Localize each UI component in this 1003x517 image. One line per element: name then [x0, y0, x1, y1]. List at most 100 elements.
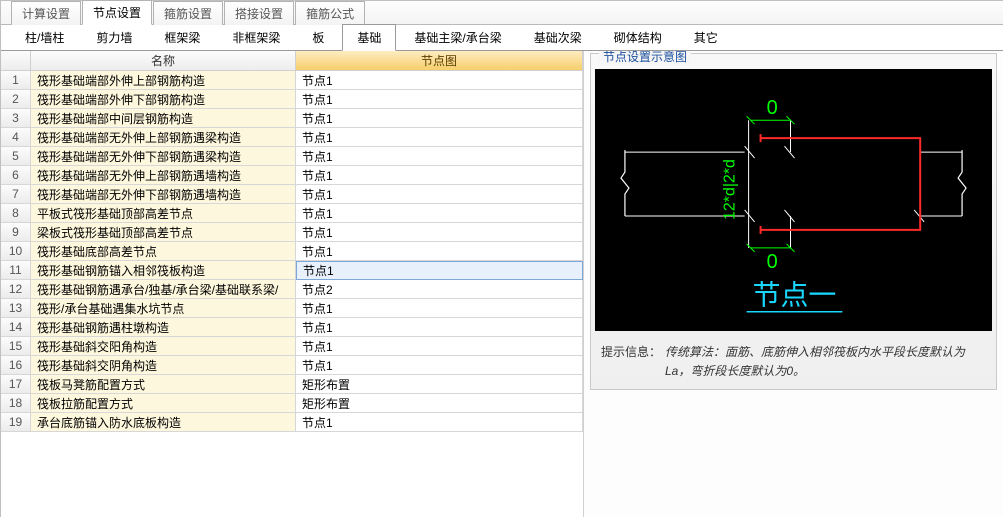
sub-tab-7[interactable]: 基础次梁	[520, 25, 596, 50]
table-row[interactable]: 5筏形基础端部无外伸下部钢筋遇梁构造节点1	[1, 147, 583, 166]
sub-tab-0[interactable]: 柱/墙柱	[11, 25, 78, 50]
row-value[interactable]: 节点1	[296, 109, 583, 128]
row-number: 16	[1, 356, 31, 375]
table-row[interactable]: 18筏板拉筋配置方式矩形布置	[1, 394, 583, 413]
row-name: 筏形基础钢筋遇柱墩构造	[31, 318, 296, 337]
sub-tab-8[interactable]: 砌体结构	[600, 25, 676, 50]
col-header-name: 名称	[31, 51, 296, 71]
sub-tab-9[interactable]: 其它	[680, 25, 732, 50]
row-number: 15	[1, 337, 31, 356]
row-value[interactable]: 节点1	[296, 318, 583, 337]
hint-label: 提示信息：	[601, 343, 665, 381]
top-tab-0[interactable]: 计算设置	[11, 1, 81, 25]
preview-title: 节点设置示意图	[599, 51, 691, 65]
row-number: 4	[1, 128, 31, 147]
annot-top: 0	[767, 97, 778, 119]
table-row[interactable]: 19承台底筋锚入防水底板构造节点1	[1, 413, 583, 432]
row-value[interactable]: 节点1	[296, 185, 583, 204]
row-name: 筏形/承台基础遇集水坑节点	[31, 299, 296, 318]
row-number: 18	[1, 394, 31, 413]
row-value[interactable]: 节点1	[296, 356, 583, 375]
row-name: 筏形基础钢筋锚入相邻筏板构造	[31, 261, 296, 280]
top-tab-3[interactable]: 搭接设置	[224, 1, 294, 25]
row-value[interactable]: 节点1	[296, 147, 583, 166]
row-number: 7	[1, 185, 31, 204]
table-row[interactable]: 15筏形基础斜交阳角构造节点1	[1, 337, 583, 356]
sub-tab-4[interactable]: 板	[298, 25, 338, 50]
row-number: 14	[1, 318, 31, 337]
row-number: 6	[1, 166, 31, 185]
row-number: 2	[1, 90, 31, 109]
row-name: 筏形基础端部中间层钢筋构造	[31, 109, 296, 128]
row-number: 10	[1, 242, 31, 261]
top-tab-bar: 计算设置节点设置箍筋设置搭接设置箍筋公式	[1, 1, 1003, 25]
row-value[interactable]: 节点1	[296, 204, 583, 223]
row-number: 13	[1, 299, 31, 318]
top-tab-2[interactable]: 箍筋设置	[153, 1, 223, 25]
row-value[interactable]: 节点1	[296, 71, 583, 90]
hint-row: 提示信息： 传统算法：面筋、底筋伸入相邻筏板内水平段长度默认为La，弯折段长度默…	[595, 341, 992, 383]
top-tab-1[interactable]: 节点设置	[82, 0, 152, 25]
row-value[interactable]: 节点1	[296, 337, 583, 356]
annot-left: 12*d|2*d	[722, 159, 739, 220]
row-value[interactable]: 节点1	[296, 299, 583, 318]
settings-table: 名称 节点图 1筏形基础端部外伸上部钢筋构造节点12筏形基础端部外伸下部钢筋构造…	[1, 51, 584, 517]
row-number: 17	[1, 375, 31, 394]
table-row[interactable]: 4筏形基础端部无外伸上部钢筋遇梁构造节点1	[1, 128, 583, 147]
table-row[interactable]: 7筏形基础端部无外伸下部钢筋遇墙构造节点1	[1, 185, 583, 204]
row-value[interactable]: 节点2	[296, 280, 583, 299]
sub-tab-3[interactable]: 非框架梁	[218, 25, 294, 50]
table-row[interactable]: 3筏形基础端部中间层钢筋构造节点1	[1, 109, 583, 128]
preview-panel: 节点设置示意图	[584, 51, 1003, 517]
top-tab-4[interactable]: 箍筋公式	[295, 1, 365, 25]
sub-tab-1[interactable]: 剪力墙	[82, 25, 146, 50]
row-name: 筏形基础端部无外伸上部钢筋遇墙构造	[31, 166, 296, 185]
row-value[interactable]: 矩形布置	[296, 375, 583, 394]
row-number: 11	[1, 261, 31, 280]
table-row[interactable]: 2筏形基础端部外伸下部钢筋构造节点1	[1, 90, 583, 109]
row-name: 筏形基础钢筋遇承台/独基/承台梁/基础联系梁/	[31, 280, 296, 299]
table-row[interactable]: 16筏形基础斜交阴角构造节点1	[1, 356, 583, 375]
table-row[interactable]: 9梁板式筏形基础顶部高差节点节点1	[1, 223, 583, 242]
table-row[interactable]: 14筏形基础钢筋遇柱墩构造节点1	[1, 318, 583, 337]
row-name: 筏形基础端部外伸下部钢筋构造	[31, 90, 296, 109]
table-row[interactable]: 6筏形基础端部无外伸上部钢筋遇墙构造节点1	[1, 166, 583, 185]
sub-tab-2[interactable]: 框架梁	[150, 25, 214, 50]
annot-bottom: 0	[767, 251, 778, 273]
row-name: 筏板马凳筋配置方式	[31, 375, 296, 394]
row-name: 筏形基础端部无外伸下部钢筋遇墙构造	[31, 185, 296, 204]
node-diagram: 0 0 12*d|2*d 节点一	[595, 69, 992, 331]
row-number: 8	[1, 204, 31, 223]
row-value[interactable]: 节点1	[296, 166, 583, 185]
row-name: 梁板式筏形基础顶部高差节点	[31, 223, 296, 242]
hint-text: 传统算法：面筋、底筋伸入相邻筏板内水平段长度默认为La，弯折段长度默认为0。	[665, 343, 988, 381]
row-name: 筏形基础端部外伸上部钢筋构造	[31, 71, 296, 90]
row-name: 筏形基础端部无外伸下部钢筋遇梁构造	[31, 147, 296, 166]
table-row[interactable]: 11筏形基础钢筋锚入相邻筏板构造节点1	[1, 261, 583, 280]
row-number: 3	[1, 109, 31, 128]
sub-tab-6[interactable]: 基础主梁/承台梁	[400, 25, 515, 50]
row-name: 筏形基础底部高差节点	[31, 242, 296, 261]
row-value[interactable]: 节点1	[296, 90, 583, 109]
table-body[interactable]: 1筏形基础端部外伸上部钢筋构造节点12筏形基础端部外伸下部钢筋构造节点13筏形基…	[1, 71, 583, 517]
preview-fieldset: 节点设置示意图	[590, 53, 997, 390]
table-row[interactable]: 10筏形基础底部高差节点节点1	[1, 242, 583, 261]
row-name: 筏板拉筋配置方式	[31, 394, 296, 413]
row-name: 筏形基础端部无外伸上部钢筋遇梁构造	[31, 128, 296, 147]
row-value[interactable]: 节点1	[296, 242, 583, 261]
table-row[interactable]: 17筏板马凳筋配置方式矩形布置	[1, 375, 583, 394]
row-number: 19	[1, 413, 31, 432]
col-header-value: 节点图	[296, 51, 583, 71]
row-number: 9	[1, 223, 31, 242]
table-row[interactable]: 8平板式筏形基础顶部高差节点节点1	[1, 204, 583, 223]
sub-tab-5[interactable]: 基础	[342, 24, 396, 51]
table-row[interactable]: 12筏形基础钢筋遇承台/独基/承台梁/基础联系梁/节点2	[1, 280, 583, 299]
row-value[interactable]: 矩形布置	[296, 394, 583, 413]
row-value[interactable]: 节点1	[296, 128, 583, 147]
sub-tab-bar: 柱/墙柱剪力墙框架梁非框架梁板基础基础主梁/承台梁基础次梁砌体结构其它	[1, 25, 1003, 51]
table-row[interactable]: 13筏形/承台基础遇集水坑节点节点1	[1, 299, 583, 318]
row-value[interactable]: 节点1	[296, 261, 583, 280]
row-value[interactable]: 节点1	[296, 413, 583, 432]
row-value[interactable]: 节点1	[296, 223, 583, 242]
table-row[interactable]: 1筏形基础端部外伸上部钢筋构造节点1	[1, 71, 583, 90]
